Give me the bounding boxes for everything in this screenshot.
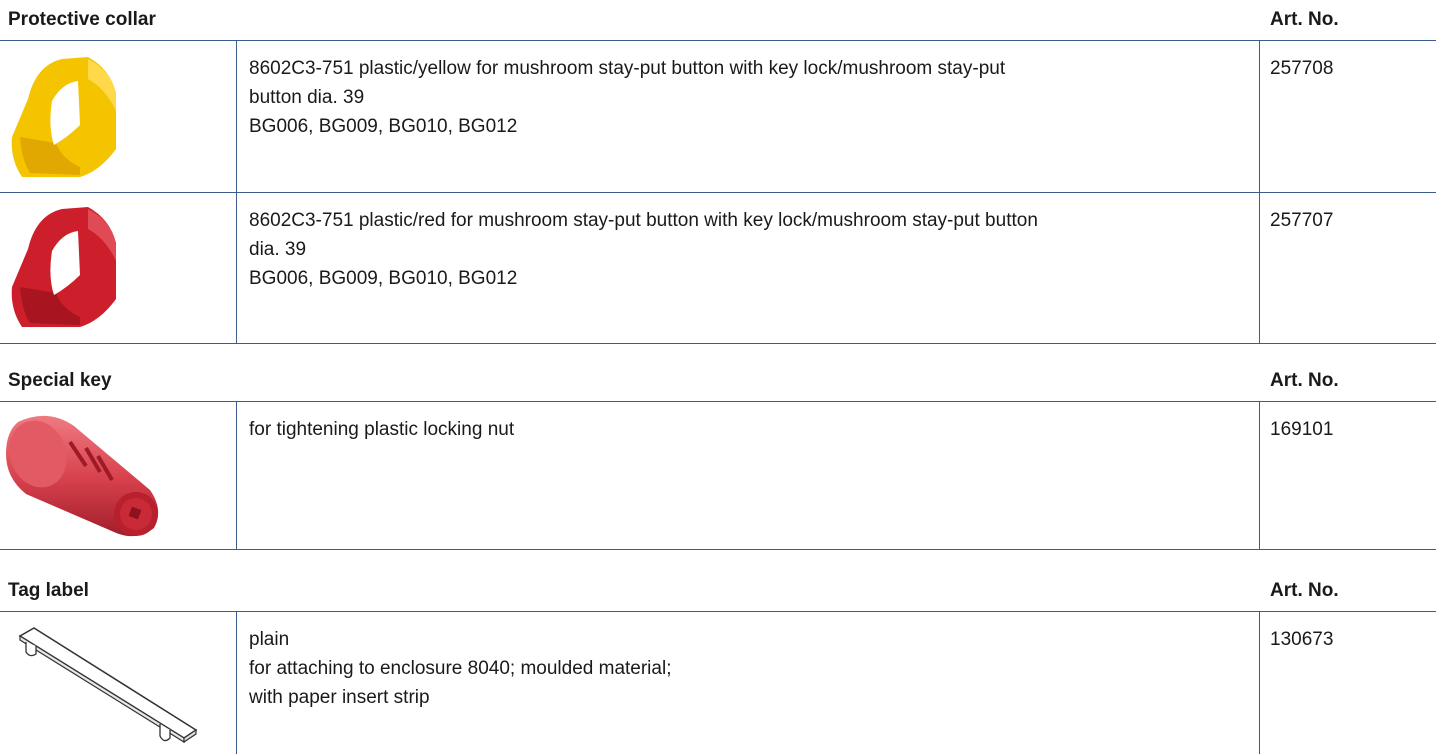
art-no-cell: 257708	[1270, 58, 1334, 79]
product-description: 8602C3-751 plastic/red for mushroom stay…	[237, 193, 1260, 343]
section-header: Special key Art. No.	[0, 361, 1436, 401]
description-line: for attaching to enclosure 8040; moulded…	[249, 658, 672, 679]
description-line: dia. 39	[249, 239, 307, 260]
product-row: 8602C3-751 plastic/red for mushroom stay…	[0, 193, 1436, 344]
product-row: for tightening plastic locking nut 16910…	[0, 402, 1436, 550]
art-no-cell: 169101	[1270, 419, 1334, 440]
product-image-cell	[0, 193, 237, 343]
section-title: Protective collar	[8, 9, 156, 30]
description-line: BG006, BG009, BG010, BG012	[249, 268, 518, 289]
yellow-collar-icon	[11, 57, 116, 177]
product-description: 8602C3-751 plastic/yellow for mushroom s…	[237, 41, 1260, 192]
art-no-header: Art. No.	[1270, 370, 1339, 391]
description-line: BG006, BG009, BG010, BG012	[249, 116, 518, 137]
tag-label-icon	[18, 627, 198, 744]
product-description: plain for attaching to enclosure 8040; m…	[237, 612, 1260, 754]
product-image-cell	[0, 402, 237, 549]
section-protective-collar: Protective collar Art. No. 8602C3-751 pl…	[0, 0, 1436, 344]
section-title: Special key	[8, 370, 112, 391]
description-line: button dia. 39	[249, 87, 365, 108]
special-key-icon	[6, 415, 159, 537]
art-no-header: Art. No.	[1270, 580, 1339, 601]
product-image-cell	[0, 612, 237, 754]
red-collar-icon	[11, 207, 116, 327]
description-line: plain	[249, 629, 290, 650]
section-special-key: Special key Art. No. for tightening plas…	[0, 361, 1436, 550]
section-header: Protective collar Art. No.	[0, 0, 1436, 40]
product-description: for tightening plastic locking nut	[237, 402, 1260, 549]
product-image-cell	[0, 41, 237, 192]
art-no-header: Art. No.	[1270, 9, 1339, 30]
description-line: with paper insert strip	[249, 687, 430, 708]
section-title: Tag label	[8, 580, 89, 601]
product-row: 8602C3-751 plastic/yellow for mushroom s…	[0, 41, 1436, 193]
product-row: plain for attaching to enclosure 8040; m…	[0, 612, 1436, 754]
art-no-cell: 257707	[1270, 210, 1334, 231]
description-line: for tightening plastic locking nut	[249, 419, 515, 440]
art-no-cell: 130673	[1270, 629, 1334, 650]
section-header: Tag label Art. No.	[0, 571, 1436, 611]
description-line: 8602C3-751 plastic/yellow for mushroom s…	[249, 58, 1006, 79]
section-tag-label: Tag label Art. No. plain for attaching t…	[0, 571, 1436, 754]
description-line: 8602C3-751 plastic/red for mushroom stay…	[249, 210, 1038, 231]
